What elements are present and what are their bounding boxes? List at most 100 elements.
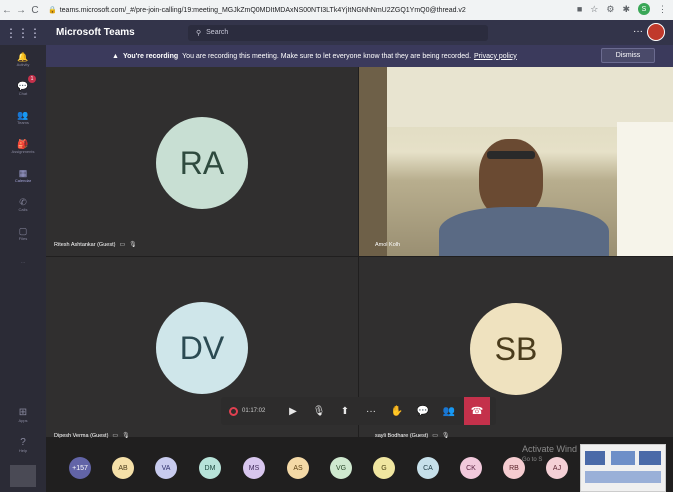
rail-item-help[interactable]: ? Help xyxy=(0,437,46,453)
participant-avatar: SB xyxy=(470,303,562,395)
mic-off-icon: 🎙 xyxy=(441,433,450,439)
share-tray-icon: ⬆ xyxy=(340,405,350,417)
participant-avatar: DV xyxy=(156,302,248,394)
screen-share-icon: ▭ xyxy=(432,433,438,439)
address-bar[interactable]: 🔒 teams.microsoft.com/_#/pre-join-callin… xyxy=(48,6,518,15)
participant-name: sayli Bodhare (Guest) ▭ 🎙 xyxy=(375,432,450,440)
banner-message: You are recording this meeting. Make sur… xyxy=(182,52,472,60)
phone-hangup-icon: ☎ xyxy=(470,405,484,417)
participant-avatar[interactable]: CA xyxy=(417,457,439,479)
recording-indicator-icon xyxy=(229,406,238,416)
participant-name: Ritesh Ashtankar (Guest) ▭ 🎙 xyxy=(54,241,137,249)
app-rail: 🔔 Activity 💬 Chat 👥 Teams 🎒 Assignments ▦ Cal… xyxy=(0,45,46,492)
rail-item-calls[interactable]: ✆ Calls xyxy=(0,190,46,219)
rail-item-files[interactable]: ▢ Files xyxy=(0,219,46,248)
screen-share-icon: ▭ xyxy=(112,433,119,439)
rail-item-assignments[interactable]: 🎒 Assignments xyxy=(0,132,46,161)
thumb-block xyxy=(585,471,661,483)
shared-content-thumbnail[interactable] xyxy=(580,444,666,492)
participant-avatar[interactable]: VA xyxy=(155,457,177,479)
chat-button[interactable]: 💬 xyxy=(410,397,436,425)
person-shirt xyxy=(439,207,609,256)
meeting-stage: RA Ritesh Ashtankar (Guest) ▭ 🎙 Amol Kol… xyxy=(46,67,673,492)
search-input[interactable]: ⚲ Search xyxy=(188,24,488,41)
profile-avatar[interactable]: S xyxy=(638,3,650,15)
participant-video-tile[interactable]: Amol Kolh xyxy=(359,67,673,256)
participant-strip xyxy=(46,448,673,492)
camera-icon[interactable]: ■ xyxy=(577,4,582,14)
mic-off-icon: 🎙 xyxy=(122,433,130,439)
people-icon: 👥 xyxy=(442,405,456,417)
participant-avatar[interactable]: VG xyxy=(330,457,352,479)
participant-avatar[interactable]: AB xyxy=(112,457,134,479)
browser-toolbar: ← → C 🔒 teams.microsoft.com/_#/pre-join-… xyxy=(0,0,673,20)
share-button[interactable]: ⬆ xyxy=(332,397,358,425)
call-controls: 01:17:02 ▶ 🎙 ⬆ ··· ✋ 💬 👥 ☎ xyxy=(221,397,496,425)
device-icon[interactable] xyxy=(10,465,36,487)
warning-icon: ▲ xyxy=(112,52,119,60)
chat-icon: 💬 xyxy=(416,405,430,417)
more-options-icon[interactable]: ··· xyxy=(633,26,643,37)
assignments-icon: 🎒 xyxy=(17,139,29,149)
participant-avatar: RA xyxy=(156,117,248,209)
participant-avatar[interactable]: CK xyxy=(460,457,482,479)
windows-activation-watermark: Activate Wind Go to S xyxy=(522,444,578,463)
help-icon: ? xyxy=(20,437,26,448)
url-text: teams.microsoft.com/_#/pre-join-calling/… xyxy=(59,6,466,14)
call-timer: 01:17:02 xyxy=(242,408,266,414)
mic-off-icon: 🎙 xyxy=(312,405,326,417)
mute-button[interactable]: 🎙 xyxy=(306,397,332,425)
camera-off-icon: ▶ xyxy=(289,405,297,417)
browser-menu-icon[interactable]: ⋮ xyxy=(658,4,667,15)
ceiling xyxy=(359,67,673,127)
rail-item-apps[interactable]: ⊞ Apps xyxy=(0,407,46,423)
screen-share-icon: ▭ xyxy=(119,242,126,248)
participant-avatar[interactable]: MS xyxy=(243,457,265,479)
rail-item-chat[interactable]: 💬 Chat xyxy=(0,74,46,103)
glasses xyxy=(487,151,535,159)
app-launcher-icon[interactable]: ⋮⋮⋮ xyxy=(0,26,46,40)
rail-more[interactable]: ··· xyxy=(0,248,46,277)
camera-off-button[interactable]: ▶ xyxy=(280,397,306,425)
lock-icon: 🔒 xyxy=(48,7,57,14)
rail-item-activity[interactable]: 🔔 Activity xyxy=(0,45,46,74)
participant-avatar[interactable]: G xyxy=(373,457,395,479)
thumb-block xyxy=(585,451,605,465)
participant-avatar[interactable]: DM xyxy=(199,457,221,479)
back-icon[interactable]: ← xyxy=(0,5,14,16)
participant-tile[interactable]: RA Ritesh Ashtankar (Guest) ▭ 🎙 xyxy=(46,67,358,256)
rail-item-calendar[interactable]: ▦ Calendar xyxy=(0,161,46,190)
forward-icon[interactable]: → xyxy=(14,5,28,16)
window xyxy=(617,122,673,256)
star-icon[interactable]: ☆ xyxy=(590,4,598,15)
hand-icon: ✋ xyxy=(390,405,404,417)
hang-up-button[interactable]: ☎ xyxy=(464,397,490,425)
more-actions-button[interactable]: ··· xyxy=(358,397,384,425)
door-frame xyxy=(359,67,387,256)
privacy-policy-link[interactable]: Privacy policy xyxy=(474,53,517,60)
extension-icon[interactable]: ⚙ xyxy=(606,4,614,15)
user-avatar[interactable] xyxy=(647,23,665,41)
rail-item-teams[interactable]: 👥 Teams xyxy=(0,103,46,132)
recording-banner: ▲ You're recording You are recording thi… xyxy=(46,45,673,67)
search-icon: ⚲ xyxy=(196,29,202,37)
participant-overflow-badge[interactable]: +157 xyxy=(69,457,91,479)
reload-icon[interactable]: C xyxy=(28,5,42,16)
thumb-block xyxy=(639,451,661,465)
participant-avatar[interactable]: AS xyxy=(287,457,309,479)
participant-name: Dipesh Verma (Guest) ▭ 🎙 xyxy=(54,432,130,440)
raise-hand-button[interactable]: ✋ xyxy=(384,397,410,425)
dismiss-button[interactable]: Dismiss xyxy=(601,48,655,63)
participants-button[interactable]: 👥 xyxy=(436,397,462,425)
bell-icon: 🔔 xyxy=(17,52,29,62)
teams-header: ⋮⋮⋮ Microsoft Teams ⚲ Search xyxy=(0,20,673,45)
teams-icon: 👥 xyxy=(17,110,29,120)
more-icon: ··· xyxy=(366,405,376,417)
calls-icon: ✆ xyxy=(19,197,27,207)
puzzle-icon[interactable]: ✱ xyxy=(622,4,630,15)
files-icon: ▢ xyxy=(18,226,28,236)
apps-icon: ⊞ xyxy=(18,407,28,418)
chat-badge: 1 xyxy=(28,75,36,83)
calendar-icon: ▦ xyxy=(18,168,28,178)
mic-off-icon: 🎙 xyxy=(129,242,137,248)
